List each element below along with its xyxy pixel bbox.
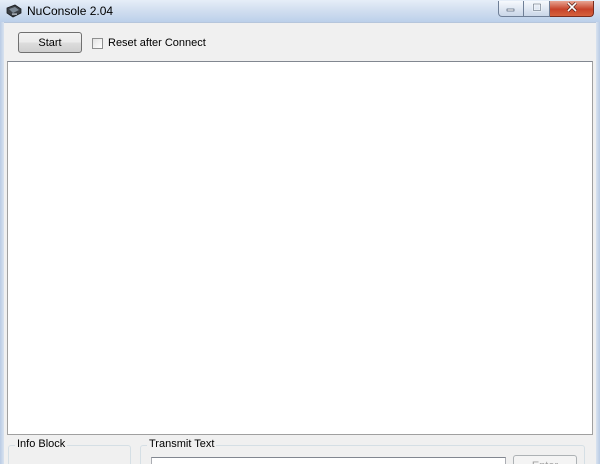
close-button[interactable] bbox=[550, 1, 594, 17]
transmit-text-input[interactable] bbox=[151, 457, 506, 464]
transmit-text-group: Transmit Text Enter bbox=[140, 438, 585, 464]
transmit-text-label: Transmit Text bbox=[147, 438, 217, 450]
console-output[interactable] bbox=[7, 61, 593, 435]
app-icon bbox=[6, 4, 22, 18]
maximize-icon bbox=[532, 2, 542, 15]
reset-after-connect-label[interactable]: Reset after Connect bbox=[108, 37, 206, 49]
reset-after-connect-checkbox[interactable] bbox=[92, 37, 103, 49]
minimize-icon bbox=[506, 3, 516, 15]
info-block-group: Info Block bbox=[8, 438, 131, 464]
minimize-button[interactable] bbox=[498, 1, 524, 17]
window-title: NuConsole 2.04 bbox=[27, 4, 114, 18]
reset-after-connect-option[interactable]: Reset after Connect bbox=[92, 37, 206, 49]
window-frame-right bbox=[596, 22, 600, 464]
maximize-button[interactable] bbox=[524, 1, 550, 17]
close-icon bbox=[566, 1, 578, 15]
enter-button[interactable]: Enter bbox=[513, 455, 577, 464]
client-area: Start Reset after Connect Info Block Tra… bbox=[4, 23, 596, 464]
title-bar[interactable]: NuConsole 2.04 bbox=[0, 0, 600, 23]
caption-buttons bbox=[498, 1, 594, 18]
app-window: NuConsole 2.04 Start Reset after Connect… bbox=[0, 0, 600, 464]
info-block-label: Info Block bbox=[15, 438, 68, 450]
start-button[interactable]: Start bbox=[18, 32, 82, 53]
